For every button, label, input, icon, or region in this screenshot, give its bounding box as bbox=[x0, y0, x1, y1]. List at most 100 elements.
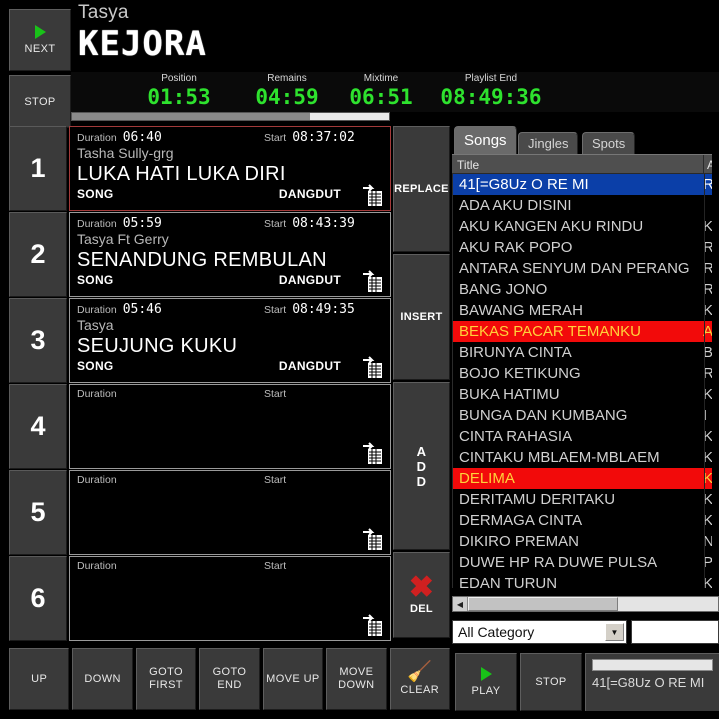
track-progress-bar[interactable] bbox=[71, 112, 390, 121]
preview-progress-bar[interactable] bbox=[592, 659, 713, 671]
next-button[interactable]: NEXT bbox=[9, 9, 71, 71]
playlist-row-edit-icon[interactable] bbox=[360, 355, 384, 379]
column-header-title[interactable]: Title bbox=[457, 158, 479, 172]
playlist-row-title bbox=[77, 592, 383, 617]
playlist-row-genre: DANGDUT bbox=[278, 273, 341, 287]
playlist-row-body[interactable]: Duration Start bbox=[69, 384, 391, 469]
playlist-row-body[interactable]: Duration Start bbox=[69, 470, 391, 555]
playlist-row-edit-icon[interactable] bbox=[360, 269, 384, 293]
playlist-row-6[interactable]: 6 Duration Start bbox=[9, 556, 391, 641]
playlist-row-1[interactable]: 1 Duration 06:40 Start 08:37:02 Tasha Sully-g… bbox=[9, 126, 391, 211]
playlist-row-edit-icon[interactable] bbox=[360, 441, 384, 465]
search-input[interactable] bbox=[632, 621, 718, 643]
playlist-row-number[interactable]: 5 bbox=[9, 470, 67, 555]
goto-end-button[interactable]: GOTO END bbox=[199, 648, 260, 710]
column-divider[interactable] bbox=[703, 155, 704, 175]
down-button[interactable]: DOWN bbox=[72, 648, 133, 710]
move-button[interactable]: MOVE DOWN bbox=[326, 648, 387, 710]
category-dropdown[interactable]: All Category ▼ bbox=[452, 620, 627, 644]
library-stop-button[interactable]: STOP bbox=[520, 653, 582, 711]
red-x-icon: ✖ bbox=[408, 571, 435, 604]
goto-button[interactable]: GOTO FIRST bbox=[135, 648, 197, 710]
playlist-item-icon bbox=[363, 270, 382, 292]
song-title: CINTA RAHASIA bbox=[459, 428, 573, 445]
timer-strip: Position 01:53 Remains 04:59 Mixtime 06:… bbox=[71, 72, 719, 112]
library-song-row[interactable]: EDAN TURUN K bbox=[453, 573, 719, 588]
timer-playlist-end: Playlist End 08:49:36 bbox=[416, 72, 566, 110]
playlist-row-number[interactable]: 4 bbox=[9, 384, 67, 469]
library-song-row[interactable]: DERMAGA CINTA K bbox=[453, 510, 719, 531]
library-song-row[interactable]: BUNGA DAN KUMBANG I bbox=[453, 405, 719, 426]
song-title: BAWANG MERAH bbox=[459, 302, 583, 319]
library-song-row[interactable]: AKU RAK POPO R bbox=[453, 237, 719, 258]
playlist-row-body[interactable]: Duration 05:46 Start 08:49:35 Tasya SEUJUNG K… bbox=[69, 298, 391, 383]
play-triangle-icon bbox=[34, 25, 46, 39]
library-play-button[interactable]: PLAY bbox=[455, 653, 517, 711]
playlist-row-body[interactable]: Duration 05:59 Start 08:43:39 Tasya Ft Gerry… bbox=[69, 212, 391, 297]
playlist-row-edit-icon[interactable] bbox=[360, 613, 384, 637]
library-song-row[interactable]: BANG JONO R bbox=[453, 279, 719, 300]
playlist-row-2[interactable]: 2 Duration 05:59 Start 08:43:39 Tasya Ft Gerr… bbox=[9, 212, 391, 297]
playlist-row-artist: Tasha Sully-grg bbox=[77, 145, 174, 161]
playlist-row-body[interactable]: Duration 06:40 Start 08:37:02 Tasha Sully-gr… bbox=[69, 126, 391, 211]
library-song-row[interactable]: BOJO KETIKUNG R bbox=[453, 363, 719, 384]
playlist-row-4[interactable]: 4 Duration Start bbox=[9, 384, 391, 469]
panel-right-edge bbox=[712, 126, 719, 612]
library-song-row[interactable]: DELIMA K bbox=[453, 468, 719, 489]
button-label: GOTO bbox=[149, 666, 183, 678]
playlist-row-3[interactable]: 3 Duration 05:46 Start 08:49:35 Tasya SEUJUNG … bbox=[9, 298, 391, 383]
tab-spots[interactable]: Spots bbox=[582, 132, 636, 154]
row-column-divider bbox=[704, 363, 705, 384]
playlist-row-type: SONG bbox=[77, 187, 114, 201]
playlist-row-5[interactable]: 5 Duration Start bbox=[9, 470, 391, 555]
up-button[interactable]: UP bbox=[9, 648, 70, 710]
library-song-row[interactable]: CINTA RAHASIA K bbox=[453, 426, 719, 447]
library-song-row[interactable]: BAWANG MERAH K bbox=[453, 300, 719, 321]
row-column-divider bbox=[704, 237, 705, 258]
duration-value: 06:40 bbox=[122, 130, 162, 145]
library-song-row[interactable]: DIKIRO PREMAN N bbox=[453, 531, 719, 552]
library-song-row[interactable]: CINTAKU MBLAEM-MBLAEM K bbox=[453, 447, 719, 468]
library-song-row[interactable]: BIRUNYA CINTA B bbox=[453, 342, 719, 363]
library-song-row[interactable]: ADA AKU DISINI bbox=[453, 195, 719, 216]
playlist-row-edit-icon[interactable] bbox=[360, 527, 384, 551]
library-song-row[interactable]: AKU KANGEN AKU RINDU K bbox=[453, 216, 719, 237]
playlist-row-number[interactable]: 1 bbox=[9, 126, 67, 211]
timer-playlist-end-label: Playlist End bbox=[464, 73, 518, 84]
insert-button[interactable]: INSERT bbox=[393, 254, 450, 380]
library-song-row[interactable]: 41[=G8Uz O RE MI R bbox=[453, 174, 719, 195]
replace-button[interactable]: REPLACE bbox=[393, 126, 450, 252]
scrollbar-thumb[interactable] bbox=[468, 597, 618, 611]
search-field-wrap[interactable] bbox=[631, 620, 719, 644]
scroll-left-arrow-icon[interactable]: ◀ bbox=[453, 597, 468, 611]
now-playing-artist: Tasya bbox=[78, 2, 129, 23]
playlist-row-number[interactable]: 6 bbox=[9, 556, 67, 641]
tab-jingles[interactable]: Jingles bbox=[518, 132, 579, 154]
playlist-row-edit-icon[interactable] bbox=[360, 183, 384, 207]
playlist-row-title: SENANDUNG REMBULAN bbox=[77, 249, 327, 271]
add-button[interactable]: A D D bbox=[393, 382, 450, 550]
row-column-divider bbox=[704, 216, 705, 237]
library-horizontal-scrollbar[interactable]: ◀ bbox=[452, 596, 719, 612]
stop-button[interactable]: STOP bbox=[9, 75, 71, 128]
scrollbar-track[interactable] bbox=[618, 597, 718, 611]
delete-button[interactable]: ✖ DEL bbox=[393, 552, 450, 638]
chevron-down-icon[interactable]: ▼ bbox=[605, 623, 624, 641]
library-song-row[interactable]: BUKA HATIMU K bbox=[453, 384, 719, 405]
clear-button[interactable]: 🧹 CLEAR bbox=[389, 648, 450, 710]
song-title: BUNGA DAN KUMBANG bbox=[459, 407, 628, 424]
song-title: DIKIRO PREMAN bbox=[459, 533, 580, 550]
library-song-row[interactable]: BEKAS PACAR TEMANKU A bbox=[453, 321, 719, 342]
playlist-row-number[interactable]: 2 bbox=[9, 212, 67, 297]
tab-songs[interactable]: Songs bbox=[454, 126, 517, 154]
library-song-row[interactable]: DUWE HP RA DUWE PULSA P bbox=[453, 552, 719, 573]
library-song-list[interactable]: 41[=G8Uz O RE MI R ADA AKU DISINI AKU KANGE… bbox=[452, 174, 719, 588]
library-song-row[interactable]: DERITAMU DERITAKU K bbox=[453, 489, 719, 510]
row-column-divider bbox=[704, 258, 705, 279]
library-song-row[interactable]: ANTARA SENYUM DAN PERANG R bbox=[453, 258, 719, 279]
library-play-label: PLAY bbox=[471, 685, 501, 697]
move-up-button[interactable]: MOVE UP bbox=[262, 648, 324, 710]
playlist-row-number[interactable]: 3 bbox=[9, 298, 67, 383]
playlist-row-artist: Tasya bbox=[77, 317, 114, 333]
playlist-row-body[interactable]: Duration Start bbox=[69, 556, 391, 641]
